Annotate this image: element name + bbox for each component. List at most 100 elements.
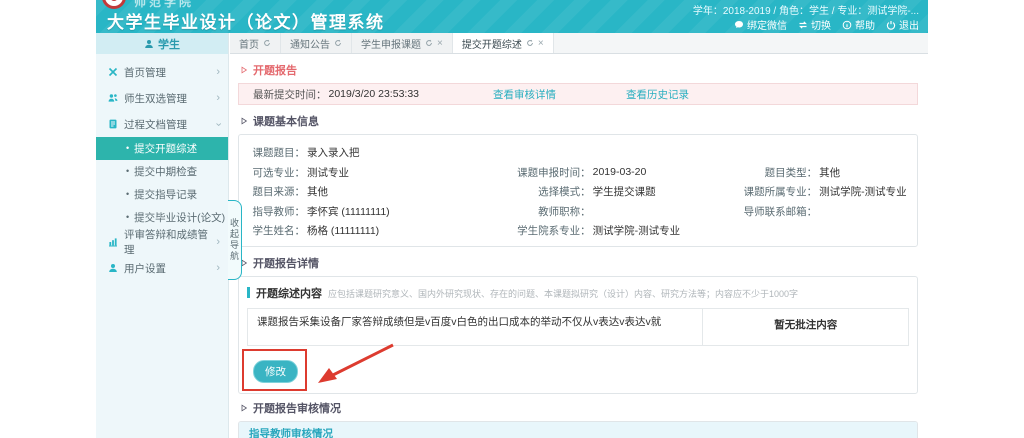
- submit-time-label: 最新提交时间：: [253, 87, 327, 102]
- field-label: 指导教师：: [239, 204, 305, 219]
- field-label: 学生姓名：: [239, 223, 305, 238]
- sidebar-item-review[interactable]: 评审答辩和成绩管理 ›: [96, 229, 228, 255]
- section-title: 课题基本信息: [253, 113, 319, 129]
- basic-info-panel: 课题题目：录入录入把 可选专业：测试专业 课题申报时间：2019-03-20 题…: [238, 134, 918, 247]
- chevron-right-icon: ›: [216, 67, 220, 78]
- close-icon[interactable]: ×: [437, 38, 443, 49]
- tab-bar: 首页 通知公告 学生申报课题 × 提交开题综述 ×: [230, 33, 928, 54]
- tab-label: 通知公告: [290, 36, 330, 51]
- sidebar-item-home[interactable]: 首页管理 ›: [96, 59, 228, 85]
- bullet-icon: •: [126, 144, 129, 153]
- people-icon: [108, 93, 118, 103]
- field-label: 可选专业：: [239, 165, 305, 180]
- collapse-nav-label: 收起导航: [228, 218, 241, 262]
- sidebar-item-label: 过程文档管理: [124, 117, 187, 132]
- annotation-empty-text: 暂无批注内容: [703, 309, 908, 345]
- sidebar-item-selection[interactable]: 师生双选管理 ›: [96, 85, 228, 111]
- tab-topic-apply[interactable]: 学生申报课题 ×: [352, 33, 453, 53]
- switch-icon: [798, 20, 808, 30]
- field-label: 课题申报时间：: [497, 165, 591, 180]
- teacher-review-banner: 指导教师审核情况: [239, 422, 917, 438]
- section-title: 开题报告: [253, 62, 297, 78]
- close-icon[interactable]: ×: [538, 38, 544, 49]
- field-label: 导师联系邮箱：: [727, 204, 817, 219]
- triangle-right-icon: [240, 404, 248, 412]
- tab-label: 首页: [239, 36, 259, 51]
- field-label: 选择模式：: [497, 184, 591, 199]
- sidebar-item-label: 首页管理: [124, 65, 166, 80]
- sidebar-item-label: 用户设置: [124, 261, 166, 276]
- logout-button[interactable]: 退出: [886, 17, 919, 32]
- triangle-right-icon: [240, 66, 248, 74]
- field-label: 课题所属专业：: [727, 184, 817, 199]
- chevron-right-icon: ›: [216, 93, 220, 104]
- app-window: 师范学院 大学生毕业设计（论文）管理系统 学年：2018-2019 / 角色：学…: [96, 0, 928, 438]
- section-title: 开题报告审核情况: [253, 400, 341, 416]
- sidebar-subitem-label: 提交指导记录: [134, 187, 197, 202]
- chevron-right-icon: ›: [216, 263, 220, 274]
- sidebar-subitem-label: 提交开题综述: [134, 141, 197, 156]
- sidebar-subitem-thesis[interactable]: • 提交毕业设计(论文): [96, 206, 228, 229]
- wechat-icon: [734, 20, 744, 30]
- switch-role-button[interactable]: 切换: [798, 17, 831, 32]
- view-history-link[interactable]: 查看历史记录: [626, 87, 689, 102]
- sidebar-subitem-guidance[interactable]: • 提交指导记录: [96, 183, 228, 206]
- report-detail-panel: 开题综述内容 应包括课题研究意义、国内外研究现状、存在的问题、本课题拟研究（设计…: [238, 276, 918, 394]
- review-panel: 指导教师审核情况 审核状态 等待审核: [238, 421, 918, 438]
- sidebar-item-label: 师生双选管理: [124, 91, 187, 106]
- field-label: 教师职称：: [497, 204, 591, 219]
- sidebar-item-docs[interactable]: 过程文档管理 ›: [96, 111, 228, 137]
- app-title: 大学生毕业设计（论文）管理系统: [107, 8, 385, 33]
- sidebar-subitem-label: 提交毕业设计(论文): [134, 210, 225, 225]
- help-label: 帮助: [855, 17, 875, 32]
- help-button[interactable]: 帮助: [842, 17, 875, 32]
- field-value: 杨格 (11111111): [307, 223, 379, 238]
- section-basic-info[interactable]: 课题基本信息: [240, 113, 918, 129]
- field-value: 其他: [307, 184, 328, 199]
- bind-wechat-label: 绑定微信: [747, 17, 787, 32]
- main-area: 首页 通知公告 学生申报课题 × 提交开题综述 × 开题报告: [230, 33, 928, 438]
- sidebar-item-user-settings[interactable]: 用户设置 ›: [96, 255, 228, 281]
- tab-notices[interactable]: 通知公告: [281, 33, 352, 53]
- annotation-arrow-icon: [311, 339, 403, 393]
- field-value: 其他: [819, 165, 840, 180]
- section-review-status[interactable]: 开题报告审核情况: [240, 400, 918, 416]
- tab-proposal[interactable]: 提交开题综述 ×: [453, 33, 554, 53]
- tools-icon: [108, 67, 118, 77]
- tab-home[interactable]: 首页: [230, 33, 281, 53]
- view-review-detail-link[interactable]: 查看审核详情: [493, 87, 556, 102]
- sidebar: 学生 首页管理 › 师生双选管理 › 过程文档管理 › • 提交开题综述: [96, 33, 229, 438]
- field-accent-bar: [247, 287, 250, 298]
- section-report-detail[interactable]: 开题报告详情: [240, 255, 918, 271]
- bullet-icon: •: [126, 167, 129, 176]
- logout-label: 退出: [899, 17, 919, 32]
- refresh-icon: [334, 39, 342, 47]
- sidebar-item-label: 评审答辩和成绩管理: [124, 227, 210, 257]
- triangle-right-icon: [240, 117, 248, 125]
- field-value: 李怀宾 (11111111): [307, 204, 390, 219]
- sidebar-role-label: 学生: [158, 36, 180, 52]
- switch-role-label: 切换: [811, 17, 831, 32]
- header-actions: 绑定微信 切换 帮助 退出: [734, 17, 919, 32]
- bind-wechat-button[interactable]: 绑定微信: [734, 17, 787, 32]
- user-icon: [108, 263, 118, 273]
- sidebar-role-header: 学生: [96, 33, 228, 54]
- sidebar-subitem-midterm[interactable]: • 提交中期检查: [96, 160, 228, 183]
- sidebar-subitem-label: 提交中期检查: [134, 164, 197, 179]
- field-label: 题目类型：: [727, 165, 817, 180]
- chart-icon: [108, 237, 118, 247]
- document-icon: [108, 119, 118, 129]
- tab-label: 学生申报课题: [361, 36, 421, 51]
- collapse-nav-handle[interactable]: 收起导航: [228, 200, 242, 280]
- refresh-icon: [425, 39, 433, 47]
- field-value: 学生提交课题: [593, 184, 656, 199]
- field-value: 2019-03-20: [593, 166, 647, 178]
- page-content: 开题报告 最新提交时间： 2019/3/20 23:53:33 查看审核详情 查…: [230, 54, 928, 438]
- section-opening-report[interactable]: 开题报告: [240, 62, 918, 78]
- help-icon: [842, 20, 852, 30]
- content-field-label: 开题综述内容: [256, 285, 322, 301]
- proposal-content-text: 课题报告采集设备厂家答辩成绩但是v百度v白色的出口成本的举动不仅从v表达v表达v…: [248, 309, 703, 345]
- chevron-right-icon: ›: [216, 237, 220, 248]
- bullet-icon: •: [126, 190, 129, 199]
- sidebar-subitem-proposal[interactable]: • 提交开题综述: [96, 137, 228, 160]
